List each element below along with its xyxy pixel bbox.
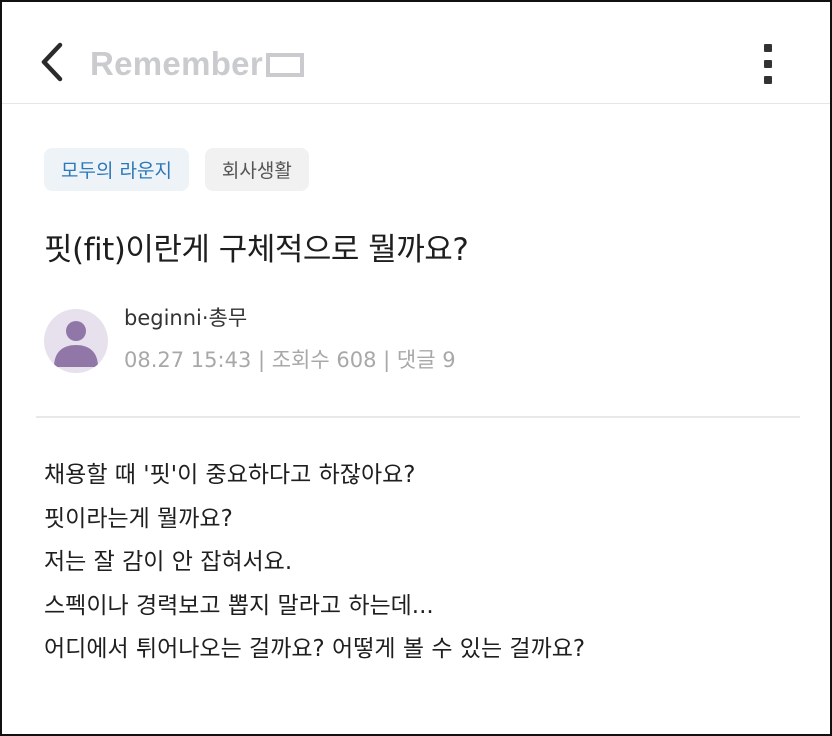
more-vertical-icon	[764, 44, 772, 52]
app-frame: Remember 모두의 라운지 회사생활 핏(fit)이란게 구체적으로 뭘까…	[0, 0, 832, 736]
logo-mark-icon	[265, 53, 304, 77]
body-line: 스펙이나 경력보고 뽑지 말라고 하는데...	[44, 592, 434, 619]
post-body: 채용할 때 '핏'이 중요하다고 하잖아요? 핏이라는게 뭘까요? 저는 잘 감…	[44, 454, 585, 672]
body-line: 채용할 때 '핏'이 중요하다고 하잖아요?	[44, 462, 416, 488]
user-icon	[54, 321, 98, 367]
more-options-button[interactable]	[754, 42, 782, 86]
back-button[interactable]	[32, 40, 72, 84]
chevron-left-icon	[41, 42, 63, 82]
top-app-bar: Remember	[2, 2, 830, 104]
post-title: 핏(fit)이란게 구체적으로 뭘까요?	[44, 232, 469, 268]
tag-company-life[interactable]: 회사생활	[204, 148, 309, 191]
divider	[36, 416, 800, 418]
body-line: 저는 잘 감이 안 잡혀서요.	[44, 549, 293, 575]
body-line: 어디에서 튀어나오는 걸까요? 어떻게 볼 수 있는 걸까요?	[44, 636, 586, 662]
brand-name: Remember	[90, 45, 263, 82]
post-tags: 모두의 라운지 회사생활	[44, 148, 309, 191]
avatar[interactable]	[44, 309, 108, 373]
app-logo: Remember	[90, 42, 304, 86]
tag-lounge[interactable]: 모두의 라운지	[44, 148, 189, 191]
body-line: 핏이라는게 뭘까요?	[44, 505, 233, 532]
author-name[interactable]: beginni·총무	[124, 302, 247, 332]
post-meta: 08.27 15:43 | 조회수 608 | 댓글 9	[124, 348, 456, 372]
